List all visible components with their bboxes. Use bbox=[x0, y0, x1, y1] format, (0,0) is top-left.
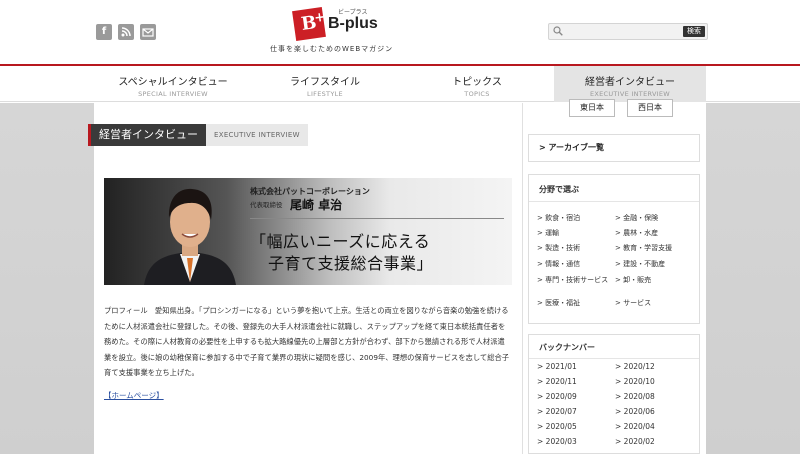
month-link[interactable]: > 2021/01 bbox=[537, 362, 577, 371]
category-link[interactable]: > 教育・学習支援 bbox=[615, 243, 672, 253]
category-link[interactable]: > 建設・不動産 bbox=[615, 259, 665, 269]
facebook-icon[interactable]: f bbox=[96, 24, 112, 40]
category-link[interactable]: > 専門・技術サービス bbox=[537, 275, 608, 285]
homepage-link-wrap: 【ホームページ】 bbox=[104, 390, 164, 401]
field-filter: 分野で選ぶ > 飲食・宿泊 > 金融・保険 > 運輸 > 農林・水産 > 製造・… bbox=[528, 174, 700, 324]
site-logo[interactable]: B + ビープラス B-plus bbox=[292, 7, 378, 41]
logo-mark: B + bbox=[292, 7, 326, 41]
field-filter-title: 分野で選ぶ bbox=[539, 185, 579, 194]
homepage-link[interactable]: 【ホームページ】 bbox=[104, 391, 164, 400]
search-input[interactable] bbox=[567, 25, 677, 38]
portrait-image bbox=[144, 188, 236, 285]
tagline: 仕事を楽しむためのWEBマガジン bbox=[270, 45, 394, 53]
nav-special-interview[interactable]: スペシャルインタビュー SPECIAL INTERVIEW bbox=[98, 66, 248, 102]
month-link[interactable]: > 2020/09 bbox=[537, 392, 577, 401]
subnav-west-japan[interactable]: 西日本 bbox=[627, 99, 673, 117]
rss-icon[interactable] bbox=[118, 24, 134, 40]
nav-executive-interview[interactable]: 経営者インタビュー EXECUTIVE INTERVIEW bbox=[554, 66, 706, 102]
catchphrase-line-2: 子育て支援総合事業」 bbox=[268, 254, 434, 273]
back-numbers-rule bbox=[529, 358, 699, 359]
month-link[interactable]: > 2020/06 bbox=[615, 407, 655, 416]
month-link[interactable]: > 2020/05 bbox=[537, 422, 577, 431]
field-filter-rule bbox=[529, 201, 699, 202]
category-link[interactable]: > 飲食・宿泊 bbox=[537, 213, 580, 223]
archive-list-link[interactable]: > アーカイブ一覧 bbox=[528, 134, 700, 162]
profile-text: プロフィール 愛知県出身。「プロシンガーになる」という夢を抱いて上京。生活との両… bbox=[104, 306, 510, 377]
category-link[interactable]: > 医療・福祉 bbox=[537, 298, 580, 308]
mail-icon[interactable] bbox=[140, 24, 156, 40]
month-link[interactable]: > 2020/08 bbox=[615, 392, 655, 401]
month-link[interactable]: > 2020/10 bbox=[615, 377, 655, 386]
search-box: 検索 bbox=[548, 23, 708, 40]
subnav-east-japan[interactable]: 東日本 bbox=[569, 99, 615, 117]
month-link[interactable]: > 2020/04 bbox=[615, 422, 655, 431]
interview-banner: 株式会社パットコーポレーション 代表取締役 尾崎 卓治 「幅広いニーズに応える … bbox=[104, 178, 512, 285]
month-link[interactable]: > 2020/07 bbox=[537, 407, 577, 416]
section-title: 経営者インタビュー bbox=[88, 124, 206, 146]
category-link[interactable]: > 卸・販売 bbox=[615, 275, 651, 285]
month-link[interactable]: > 2020/11 bbox=[537, 377, 577, 386]
category-link[interactable]: > 情報・通信 bbox=[537, 259, 580, 269]
banner-rule bbox=[250, 218, 504, 219]
section-subtitle: EXECUTIVE INTERVIEW bbox=[206, 124, 308, 146]
person-role: 代表取締役 bbox=[250, 201, 283, 209]
site-header: f B + ビープラス B-plus 仕事を楽しむためのWEBマガジン 検索 bbox=[0, 0, 800, 64]
back-numbers: バックナンバー > 2021/01 > 2020/12 > 2020/11 > … bbox=[528, 334, 700, 454]
category-link[interactable]: > 運輸 bbox=[537, 228, 559, 238]
column-divider bbox=[522, 103, 523, 454]
search-icon bbox=[553, 26, 563, 36]
person-name: 尾崎 卓治 bbox=[290, 198, 343, 212]
category-link[interactable]: > 金融・保険 bbox=[615, 213, 658, 223]
month-link[interactable]: > 2020/03 bbox=[537, 437, 577, 446]
back-numbers-title: バックナンバー bbox=[539, 343, 595, 352]
category-link[interactable]: > サービス bbox=[615, 298, 651, 308]
month-link[interactable]: > 2020/12 bbox=[615, 362, 655, 371]
nav-lifestyle[interactable]: ライフスタイル LIFESTYLE bbox=[250, 66, 400, 102]
logo-name: ビープラス B-plus bbox=[328, 10, 378, 32]
main-nav: スペシャルインタビュー SPECIAL INTERVIEW ライフスタイル LIFE… bbox=[0, 66, 800, 102]
catchphrase-line-1: 「幅広いニーズに応える bbox=[250, 232, 431, 251]
category-link[interactable]: > 製造・技術 bbox=[537, 243, 580, 253]
nav-topics[interactable]: トピックス TOPICS bbox=[402, 66, 552, 102]
month-link[interactable]: > 2020/02 bbox=[615, 437, 655, 446]
social-links: f bbox=[96, 24, 156, 40]
chevron-right-icon: > bbox=[539, 143, 546, 152]
category-link[interactable]: > 農林・水産 bbox=[615, 228, 658, 238]
search-button[interactable]: 検索 bbox=[683, 26, 705, 37]
section-heading: 経営者インタビュー EXECUTIVE INTERVIEW bbox=[88, 124, 308, 146]
